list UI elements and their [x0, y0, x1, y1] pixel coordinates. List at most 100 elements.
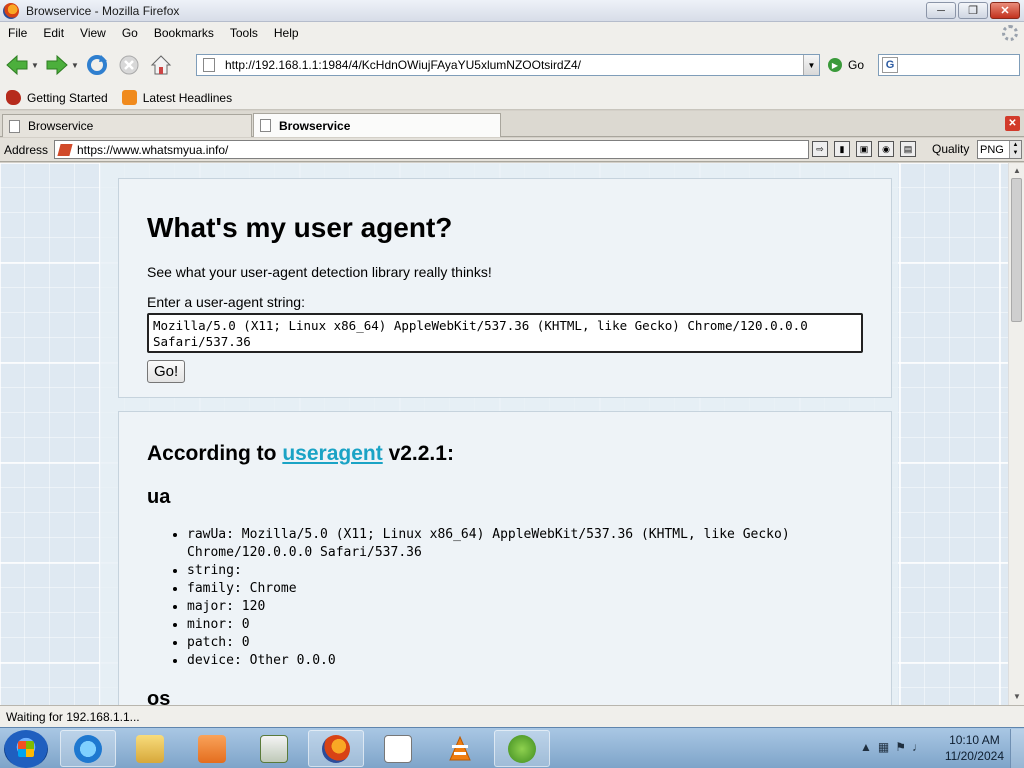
vertical-scrollbar[interactable]: ▲ ▼ — [1008, 163, 1024, 705]
folder-icon — [136, 734, 164, 763]
taskbar-utorrent[interactable] — [494, 730, 550, 767]
page-content: What's my user agent? See what your user… — [0, 163, 1008, 705]
scroll-up-icon[interactable]: ▲ — [1011, 165, 1023, 177]
menu-bookmarks[interactable]: Bookmarks — [146, 26, 222, 40]
home-icon[interactable] — [148, 52, 174, 78]
ua-input-label: Enter a user-agent string: — [147, 294, 305, 310]
bookmark-label: Getting Started — [27, 90, 108, 105]
ua-input[interactable]: Mozilla/5.0 (X11; Linux x86_64) AppleWeb… — [147, 313, 863, 353]
google-icon[interactable]: G — [882, 57, 898, 73]
ua-list: rawUa: Mozilla/5.0 (X11; Linux x86_64) A… — [187, 526, 827, 670]
list-item: rawUa: Mozilla/5.0 (X11; Linux x86_64) A… — [187, 526, 827, 562]
go-arrow-icon[interactable]: ⇨ — [812, 141, 828, 157]
back-icon[interactable] — [4, 52, 30, 78]
quality-label: Quality — [932, 142, 970, 156]
url-text[interactable]: http://192.168.1.1:1984/4/KcHdnOWiujFAya… — [225, 58, 581, 72]
system-tray: ▲ ▦ ⚑ ♩ — [860, 740, 924, 754]
start-button[interactable] — [4, 730, 48, 768]
go-button[interactable]: ▶ Go — [828, 58, 864, 72]
taskbar-notepad[interactable] — [370, 730, 426, 767]
address-label: Address — [4, 142, 49, 157]
menu-view[interactable]: View — [72, 26, 114, 40]
tab-label: Browservice — [279, 118, 351, 133]
close-tab-icon[interactable]: ✕ — [1005, 116, 1020, 131]
list-item: family: Chrome — [187, 580, 827, 598]
list-item: minor: 0 — [187, 616, 827, 634]
taskbar-file-explorer[interactable] — [122, 730, 178, 767]
notepad-icon — [384, 734, 412, 763]
taskbar-firefox[interactable] — [308, 730, 364, 767]
input-panel: What's my user agent? See what your user… — [118, 178, 892, 398]
clipboard-icon[interactable]: ▤ — [900, 141, 916, 157]
quality-select[interactable]: PNG ▲ ▼ — [977, 140, 1022, 159]
taskbar: ▲ ▦ ⚑ ♩ 10:10 AM 11/20/2024 — [0, 727, 1024, 768]
stop-icon[interactable] — [116, 52, 142, 78]
address-text[interactable]: https://www.whatsmyua.info/ — [77, 143, 228, 157]
scroll-down-icon[interactable]: ▼ — [1011, 691, 1023, 703]
menu-file[interactable]: File — [0, 26, 35, 40]
navigation-toolbar: ▼ ▼ http://192.168.1.1:1984/4/KcHdnOWiuj… — [0, 44, 1024, 86]
find-icon[interactable]: ◉ — [878, 141, 894, 157]
network-icon[interactable]: ▦ — [878, 740, 889, 754]
show-desktop-button[interactable] — [1010, 729, 1024, 768]
throbber-icon — [1002, 25, 1018, 41]
media-player-icon — [198, 734, 226, 763]
volume-icon[interactable]: ♩ — [912, 740, 924, 754]
useragent-link[interactable]: useragent — [282, 442, 382, 465]
section-os-heading: os — [147, 688, 171, 705]
browservice-toolbar: Address https://www.whatsmyua.info/ ⇨ ▮ … — [0, 138, 1024, 162]
window-icon — [260, 734, 288, 763]
taskbar-vlc[interactable] — [432, 730, 488, 767]
results-panel: According to useragent v2.2.1: ua rawUa:… — [118, 411, 892, 705]
maximize-button[interactable]: ❐ — [958, 2, 988, 19]
list-item: patch: 0 — [187, 634, 827, 652]
taskbar-windows-explorer[interactable] — [246, 730, 302, 767]
save-icon[interactable]: ▣ — [856, 141, 872, 157]
menu-go[interactable]: Go — [114, 26, 146, 40]
menu-edit[interactable]: Edit — [35, 26, 72, 40]
forward-icon[interactable] — [44, 52, 70, 78]
minimize-button[interactable]: ─ — [926, 2, 956, 19]
results-heading: According to useragent v2.2.1: — [147, 442, 454, 466]
quality-spinner-icon[interactable]: ▲ ▼ — [1009, 141, 1021, 158]
bookmark-latest-headlines[interactable]: Latest Headlines — [121, 90, 232, 105]
firefox-icon — [322, 734, 350, 763]
tab-label: Browservice — [28, 119, 94, 133]
page-icon — [9, 119, 20, 133]
menu-tools[interactable]: Tools — [222, 26, 266, 40]
internet-explorer-icon — [74, 734, 102, 763]
quality-value: PNG — [980, 143, 1004, 156]
reload-icon[interactable] — [84, 52, 110, 78]
windows-logo-icon — [18, 741, 34, 757]
tray-expand-icon[interactable]: ▲ — [860, 740, 872, 754]
go-label: Go — [848, 58, 865, 72]
firefox-icon — [3, 2, 19, 19]
tab-bar: Browservice Browservice ✕ — [0, 111, 1024, 137]
taskbar-media-player[interactable] — [184, 730, 240, 767]
menu-help[interactable]: Help — [266, 26, 307, 40]
clock-time: 10:10 AM — [949, 733, 1000, 747]
url-bar[interactable]: http://192.168.1.1:1984/4/KcHdnOWiujFAya… — [196, 54, 820, 76]
go-arrow-icon: ▶ — [828, 58, 842, 72]
page-icon — [260, 119, 271, 132]
url-dropdown-icon[interactable]: ▼ — [803, 55, 819, 75]
tab-browservice-1[interactable]: Browservice — [2, 114, 252, 137]
taskbar-internet-explorer[interactable] — [60, 730, 116, 767]
address-field[interactable]: https://www.whatsmyua.info/ — [54, 140, 809, 159]
go-submit-button[interactable]: Go! — [147, 360, 186, 383]
flag-icon[interactable]: ⚑ — [895, 740, 906, 754]
back-dropdown-icon[interactable]: ▼ — [30, 61, 40, 70]
bookmark-icon[interactable]: ▮ — [834, 141, 850, 157]
close-button[interactable]: ✕ — [990, 2, 1020, 19]
bookmark-getting-started[interactable]: Getting Started — [6, 90, 108, 105]
rss-icon — [121, 90, 137, 105]
clock[interactable]: 10:10 AM 11/20/2024 — [945, 732, 1004, 764]
search-box[interactable]: G — [878, 54, 1020, 76]
status-text: Waiting for 192.168.1.1... — [6, 709, 140, 724]
tab-browservice-2[interactable]: Browservice — [253, 113, 501, 137]
forward-dropdown-icon[interactable]: ▼ — [70, 61, 80, 70]
scroll-thumb[interactable] — [1011, 178, 1022, 322]
firefox-bookmark-icon — [6, 90, 21, 105]
status-bar: Waiting for 192.168.1.1... — [0, 705, 1024, 727]
list-item: device: Other 0.0.0 — [187, 652, 827, 670]
